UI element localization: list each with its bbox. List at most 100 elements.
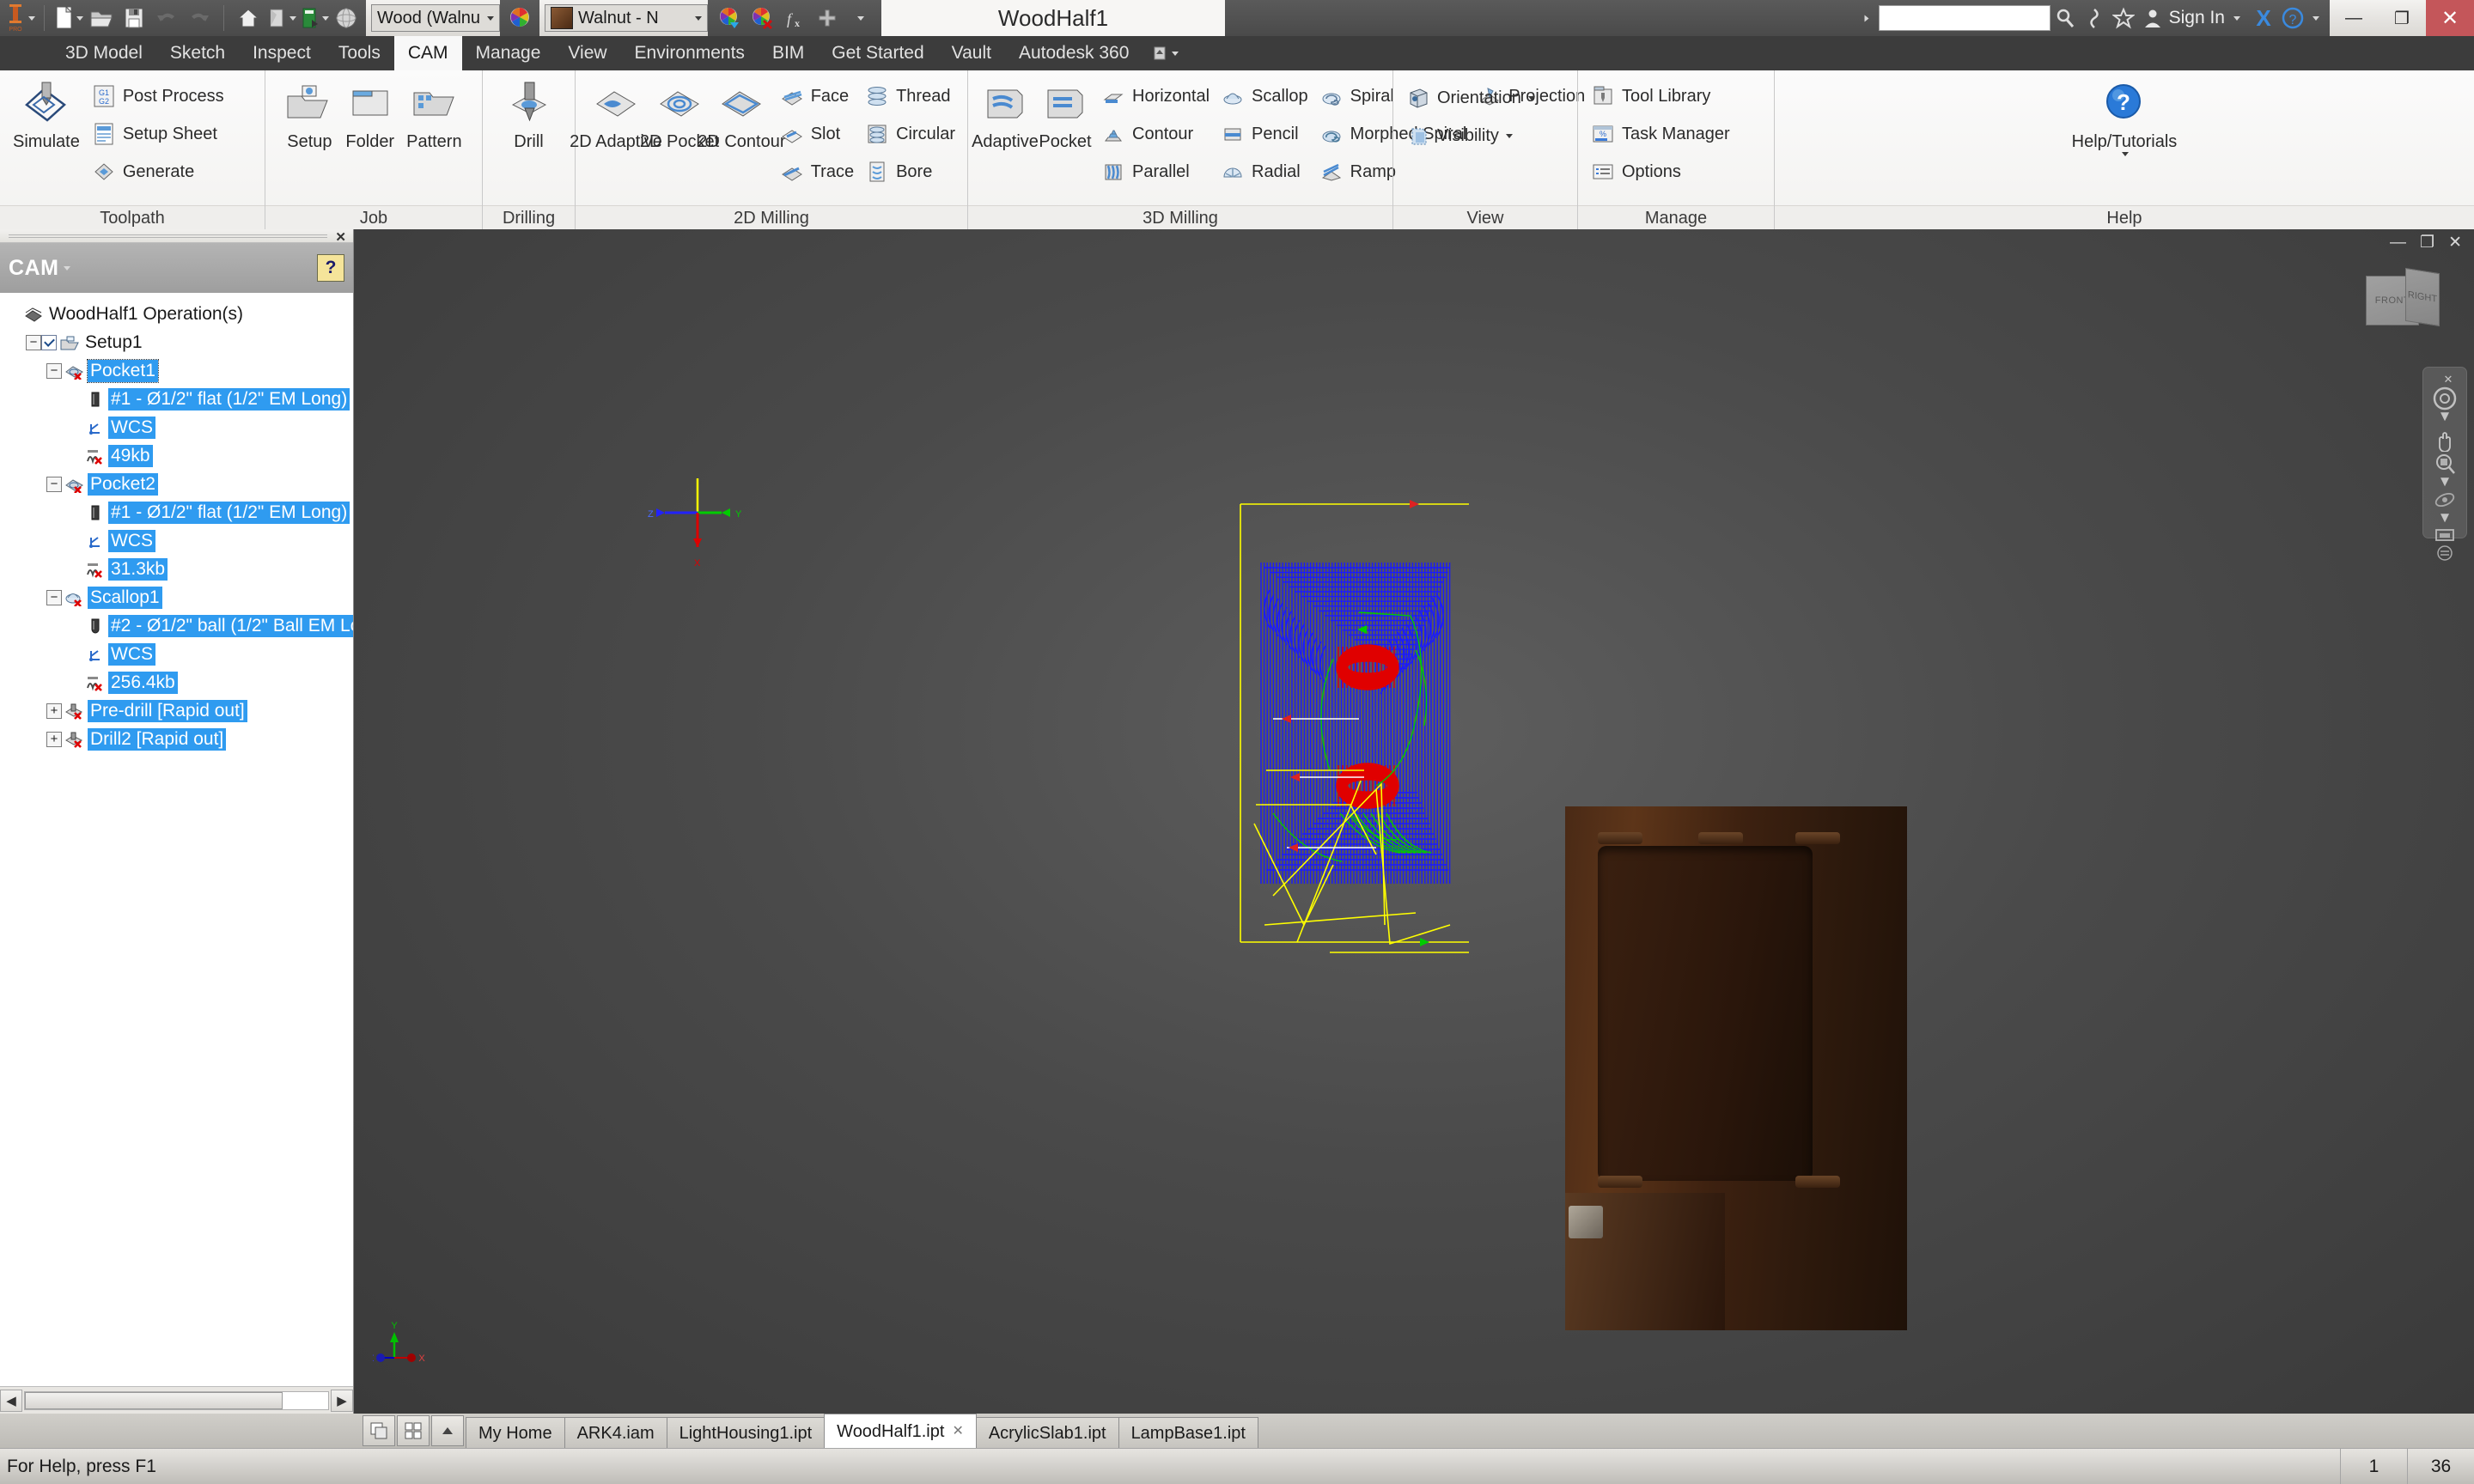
pencil-button[interactable]: Pencil <box>1215 115 1313 153</box>
doc-tab-ark4[interactable]: ARK4.iam <box>564 1417 667 1448</box>
doc-tab-lighthousing1[interactable]: LightHousing1.ipt <box>666 1417 826 1448</box>
tab-get-started[interactable]: Get Started <box>818 36 937 70</box>
plus-icon[interactable] <box>811 2 844 34</box>
tab-environments[interactable]: Environments <box>621 36 759 70</box>
tab-bim[interactable]: BIM <box>759 36 818 70</box>
tab-tools[interactable]: Tools <box>325 36 394 70</box>
collapse-button[interactable]: − <box>46 476 62 492</box>
tab-manage[interactable]: Manage <box>462 36 555 70</box>
pattern-button[interactable]: Pattern <box>400 76 467 154</box>
qat-overflow-icon[interactable] <box>844 2 876 34</box>
hook-icon[interactable] <box>2080 3 2109 33</box>
redo-arrow-icon[interactable] <box>183 2 216 34</box>
bore-button[interactable]: Bore <box>859 153 960 191</box>
minimize-button[interactable]: — <box>2330 0 2378 36</box>
trace-button[interactable]: Trace <box>774 153 859 191</box>
horizontal-button[interactable]: Horizontal <box>1095 77 1215 115</box>
chevron-down-icon[interactable] <box>695 15 702 21</box>
chevron-up-icon[interactable] <box>431 1415 464 1446</box>
cam-help-icon[interactable]: ? <box>317 254 344 282</box>
new-file-icon[interactable] <box>52 2 85 34</box>
slot-button[interactable]: Slot <box>774 115 859 153</box>
color-wheel-clear-icon[interactable] <box>746 2 778 34</box>
adaptive-3d-button[interactable]: Adaptive <box>972 76 1039 154</box>
expand-button[interactable]: + <box>46 702 62 719</box>
tree-item[interactable]: WCS <box>0 413 353 441</box>
tree-item[interactable]: + Pre-drill [Rapid out] <box>0 696 353 725</box>
restore-button[interactable]: ❐ <box>2378 0 2426 36</box>
doc-tab-woodhalf1[interactable]: WoodHalf1.ipt ✕ <box>824 1414 977 1448</box>
tab-view[interactable]: View <box>554 36 620 70</box>
tree-item[interactable]: + Drill2 [Rapid out] <box>0 725 353 753</box>
tab-vault[interactable]: Vault <box>938 36 1005 70</box>
radial-button[interactable]: Radial <box>1215 153 1313 191</box>
post-process-button[interactable]: G1 G2 Post Process <box>86 77 229 115</box>
autodesk-x-icon[interactable]: X <box>2249 3 2278 33</box>
tree-item[interactable]: − Pocket2 <box>0 470 353 498</box>
home-icon[interactable] <box>232 2 265 34</box>
face-button[interactable]: Face <box>774 77 859 115</box>
search-input[interactable] <box>1878 5 2050 31</box>
parallel-button[interactable]: Parallel <box>1095 153 1215 191</box>
tab-3d-model[interactable]: 3D Model <box>52 36 156 70</box>
help-tutorials-button[interactable]: ? Help/Tutorials <box>2066 76 2184 158</box>
doc-tab-my-home[interactable]: My Home <box>466 1417 565 1448</box>
scallop-button[interactable]: Scallop <box>1215 77 1313 115</box>
tree-item[interactable]: 256.4kb <box>0 668 353 696</box>
sphere-icon[interactable] <box>330 2 363 34</box>
visibility-button[interactable]: Visibility <box>1400 117 1540 155</box>
cam-tree[interactable]: WoodHalf1 Operation(s) − Setup1− Pocket1 #1 … <box>0 293 353 1386</box>
tab-sketch[interactable]: Sketch <box>156 36 239 70</box>
tree-item[interactable]: WCS <box>0 640 353 668</box>
question-circle-icon[interactable]: ? <box>2278 3 2307 33</box>
tile-windows-icon[interactable] <box>363 1415 395 1446</box>
tree-item[interactable]: 31.3kb <box>0 555 353 583</box>
options-button[interactable]: Options <box>1585 153 1735 191</box>
tree-item[interactable]: − Pocket1 <box>0 356 353 385</box>
contour-3d-button[interactable]: Contour <box>1095 115 1215 153</box>
save-disk-icon[interactable] <box>118 2 150 34</box>
appearance-selector[interactable]: Walnut - N <box>545 4 708 32</box>
contour-2d-button[interactable]: 2D Contour <box>698 76 786 154</box>
tab-inspect[interactable]: Inspect <box>239 36 325 70</box>
grid-windows-icon[interactable] <box>397 1415 430 1446</box>
inventor-pro-icon[interactable]: PRO <box>3 2 36 34</box>
tree-item[interactable]: #2 - Ø1/2" ball (1/2" Ball EM Lo <box>0 611 353 640</box>
star-icon[interactable] <box>2109 3 2138 33</box>
folder-button[interactable]: Folder <box>339 76 400 154</box>
doc-tab-acrylicslab1[interactable]: AcrylicSlab1.ipt <box>975 1417 1119 1448</box>
tree-item[interactable]: #1 - Ø1/2" flat (1/2" EM Long) <box>0 385 353 413</box>
tab-cam[interactable]: CAM <box>393 36 462 70</box>
open-folder-icon[interactable] <box>85 2 118 34</box>
tree-item[interactable]: 49kb <box>0 441 353 470</box>
setup-button[interactable]: Setup <box>279 76 339 154</box>
thread-button[interactable]: Thread <box>859 77 960 115</box>
tree-item[interactable]: WCS <box>0 526 353 555</box>
scroll-left-button[interactable]: ◀ <box>0 1389 22 1412</box>
tree-item[interactable]: #1 - Ø1/2" flat (1/2" EM Long) <box>0 498 353 526</box>
simulate-button[interactable]: Simulate <box>7 76 86 154</box>
close-icon[interactable]: ✕ <box>335 229 346 245</box>
collapse-button[interactable]: − <box>46 362 62 379</box>
chevron-down-icon[interactable] <box>2233 15 2240 21</box>
collapse-button[interactable]: − <box>46 589 62 605</box>
chevron-down-icon[interactable] <box>1505 133 1513 138</box>
drill-button[interactable]: Drill <box>498 76 560 154</box>
chevron-down-icon[interactable] <box>2313 15 2319 21</box>
horizontal-scrollbar[interactable] <box>24 1390 329 1410</box>
chevron-right-icon[interactable] <box>1864 15 1869 21</box>
undo-arrow-icon[interactable] <box>150 2 183 34</box>
chevron-down-icon[interactable] <box>1172 51 1179 56</box>
generate-button[interactable]: Generate <box>86 153 229 191</box>
close-icon[interactable]: ✕ <box>952 1414 963 1449</box>
fx-icon[interactable]: fx <box>778 2 811 34</box>
expand-button[interactable]: + <box>46 731 62 747</box>
orientation-button[interactable]: Orientation <box>1400 79 1540 117</box>
person-icon[interactable] <box>2138 3 2167 33</box>
collapse-button[interactable]: − <box>26 334 41 350</box>
update-green-icon[interactable] <box>297 2 330 34</box>
color-wheel-apply-icon[interactable] <box>713 2 746 34</box>
material-selector[interactable]: Wood (Walnu <box>371 4 500 32</box>
chevron-down-icon[interactable] <box>2121 152 2129 156</box>
tree-checkbox[interactable] <box>41 334 57 350</box>
